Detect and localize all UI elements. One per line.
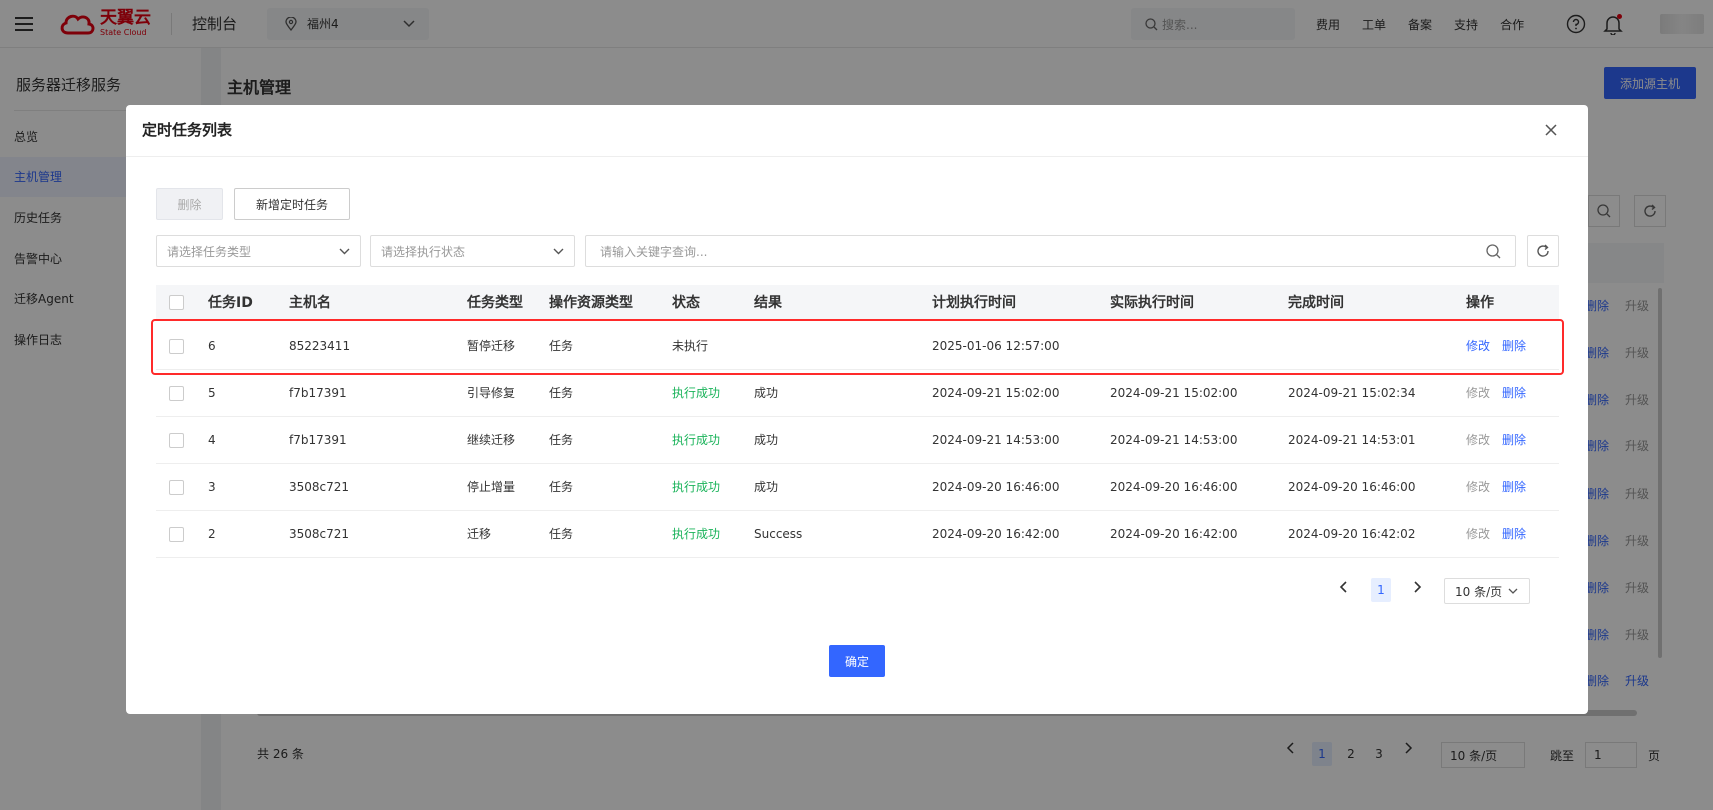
cell-result: Success <box>754 527 803 541</box>
col-status: 状态 <box>672 295 700 311</box>
edit-link[interactable]: 修改 <box>1466 480 1490 494</box>
delete-button[interactable]: 删除 <box>156 188 223 220</box>
cell-plan-time: 2024-09-21 15:02:00 <box>932 386 1060 400</box>
delete-link[interactable]: 删除 <box>1502 433 1526 447</box>
cell-resource-type: 任务 <box>549 386 574 400</box>
page-size-value: 10 条/页 <box>1455 584 1503 599</box>
cell-resource-type: 任务 <box>549 480 574 494</box>
cell-status: 执行成功 <box>672 527 721 541</box>
task-type-select[interactable]: 请选择任务类型 <box>156 235 361 267</box>
cell-result: 成功 <box>754 386 779 400</box>
col-actual-time: 实际执行时间 <box>1110 295 1194 311</box>
highlight-annotation <box>151 319 1564 375</box>
close-icon[interactable] <box>1542 121 1560 139</box>
confirm-button[interactable]: 确定 <box>829 645 885 677</box>
refresh-icon <box>1537 244 1549 257</box>
cell-status: 执行成功 <box>672 480 721 494</box>
cell-host-name: 3508c721 <box>289 480 350 494</box>
edit-link[interactable]: 修改 <box>1466 386 1490 400</box>
exec-status-select[interactable]: 请选择执行状态 <box>370 235 575 267</box>
select-all-checkbox[interactable] <box>169 295 184 310</box>
search-icon[interactable] <box>1486 243 1501 259</box>
cell-host-name: f7b17391 <box>289 386 347 400</box>
cell-resource-type: 任务 <box>549 433 574 447</box>
cell-plan-time: 2024-09-20 16:42:00 <box>932 527 1060 541</box>
cell-result: 成功 <box>754 480 779 494</box>
exec-status-placeholder: 请选择执行状态 <box>381 244 466 259</box>
delete-link[interactable]: 删除 <box>1502 480 1526 494</box>
cell-finish-time: 2024-09-21 15:02:34 <box>1288 386 1416 400</box>
row-checkbox[interactable] <box>169 433 184 448</box>
table-header: 任务ID 主机名 任务类型 操作资源类型 状态 结果 计划执行时间 实际执行时间… <box>156 285 1559 321</box>
keyword-placeholder: 请输入关键字查询... <box>600 244 708 259</box>
chevron-down-icon <box>339 248 350 254</box>
table-row[interactable]: 4 f7b17391 继续迁移 任务 执行成功 成功 2024-09-21 14… <box>156 417 1559 464</box>
row-checkbox[interactable] <box>169 386 184 401</box>
page-size-select[interactable]: 10 条/页 <box>1444 578 1530 604</box>
table-row[interactable]: 3 3508c721 停止增量 任务 执行成功 成功 2024-09-20 16… <box>156 464 1559 511</box>
cell-plan-time: 2024-09-20 16:46:00 <box>932 480 1060 494</box>
col-host-name: 主机名 <box>289 295 331 311</box>
table-row[interactable]: 2 3508c721 迁移 任务 执行成功 Success 2024-09-20… <box>156 511 1559 558</box>
col-task-type: 任务类型 <box>467 295 523 311</box>
cell-task-type: 继续迁移 <box>467 433 516 447</box>
row-checkbox[interactable] <box>169 480 184 495</box>
add-scheduled-task-button[interactable]: 新增定时任务 <box>234 188 350 220</box>
cell-finish-time: 2024-09-20 16:42:02 <box>1288 527 1416 541</box>
cell-host-name: 3508c721 <box>289 527 350 541</box>
next-page-icon[interactable] <box>1409 579 1425 595</box>
col-result: 结果 <box>754 295 782 311</box>
col-resource-type: 操作资源类型 <box>549 295 633 311</box>
cell-result: 成功 <box>754 433 779 447</box>
cell-task-id: 4 <box>208 433 216 447</box>
cell-host-name: f7b17391 <box>289 433 347 447</box>
page-1[interactable]: 1 <box>1371 578 1391 602</box>
delete-link[interactable]: 删除 <box>1502 527 1526 541</box>
cell-finish-time: 2024-09-21 14:53:01 <box>1288 433 1416 447</box>
prev-page-icon[interactable] <box>1336 579 1352 595</box>
cell-actual-time: 2024-09-21 14:53:00 <box>1110 433 1238 447</box>
cell-status: 执行成功 <box>672 433 721 447</box>
chevron-down-icon <box>553 248 564 254</box>
modal-title: 定时任务列表 <box>142 121 233 139</box>
cell-actual-time: 2024-09-20 16:42:00 <box>1110 527 1238 541</box>
cell-finish-time: 2024-09-20 16:46:00 <box>1288 480 1416 494</box>
table-row[interactable]: 5 f7b17391 引导修复 任务 执行成功 成功 2024-09-21 15… <box>156 370 1559 417</box>
cell-actions: 修改 删除 <box>1466 511 1526 558</box>
cell-actual-time: 2024-09-20 16:46:00 <box>1110 480 1238 494</box>
row-checkbox[interactable] <box>169 527 184 542</box>
cell-task-type: 引导修复 <box>467 386 516 400</box>
chevron-down-icon <box>1508 588 1518 594</box>
cell-task-type: 迁移 <box>467 527 492 541</box>
cell-actions: 修改 删除 <box>1466 370 1526 417</box>
task-type-placeholder: 请选择任务类型 <box>167 244 252 259</box>
cell-task-id: 3 <box>208 480 216 494</box>
cell-actions: 修改 删除 <box>1466 464 1526 511</box>
cell-resource-type: 任务 <box>549 527 574 541</box>
cell-plan-time: 2024-09-21 14:53:00 <box>932 433 1060 447</box>
col-finish-time: 完成时间 <box>1288 295 1344 311</box>
refresh-button[interactable] <box>1527 235 1559 267</box>
cell-task-type: 停止增量 <box>467 480 516 494</box>
cell-status: 执行成功 <box>672 386 721 400</box>
cell-actual-time: 2024-09-21 15:02:00 <box>1110 386 1238 400</box>
edit-link[interactable]: 修改 <box>1466 527 1490 541</box>
cell-actions: 修改 删除 <box>1466 417 1526 464</box>
delete-link[interactable]: 删除 <box>1502 386 1526 400</box>
keyword-search-input[interactable]: 请输入关键字查询... <box>585 235 1516 267</box>
cell-task-id: 2 <box>208 527 216 541</box>
scheduled-task-modal: 定时任务列表 删除 新增定时任务 请选择任务类型 请选择执行状态 请输入关键字查… <box>126 105 1588 714</box>
col-plan-time: 计划执行时间 <box>932 295 1016 311</box>
cell-task-id: 5 <box>208 386 216 400</box>
col-task-id: 任务ID <box>208 295 253 311</box>
edit-link[interactable]: 修改 <box>1466 433 1490 447</box>
modal-header: 定时任务列表 <box>126 105 1588 157</box>
col-actions: 操作 <box>1466 295 1494 311</box>
